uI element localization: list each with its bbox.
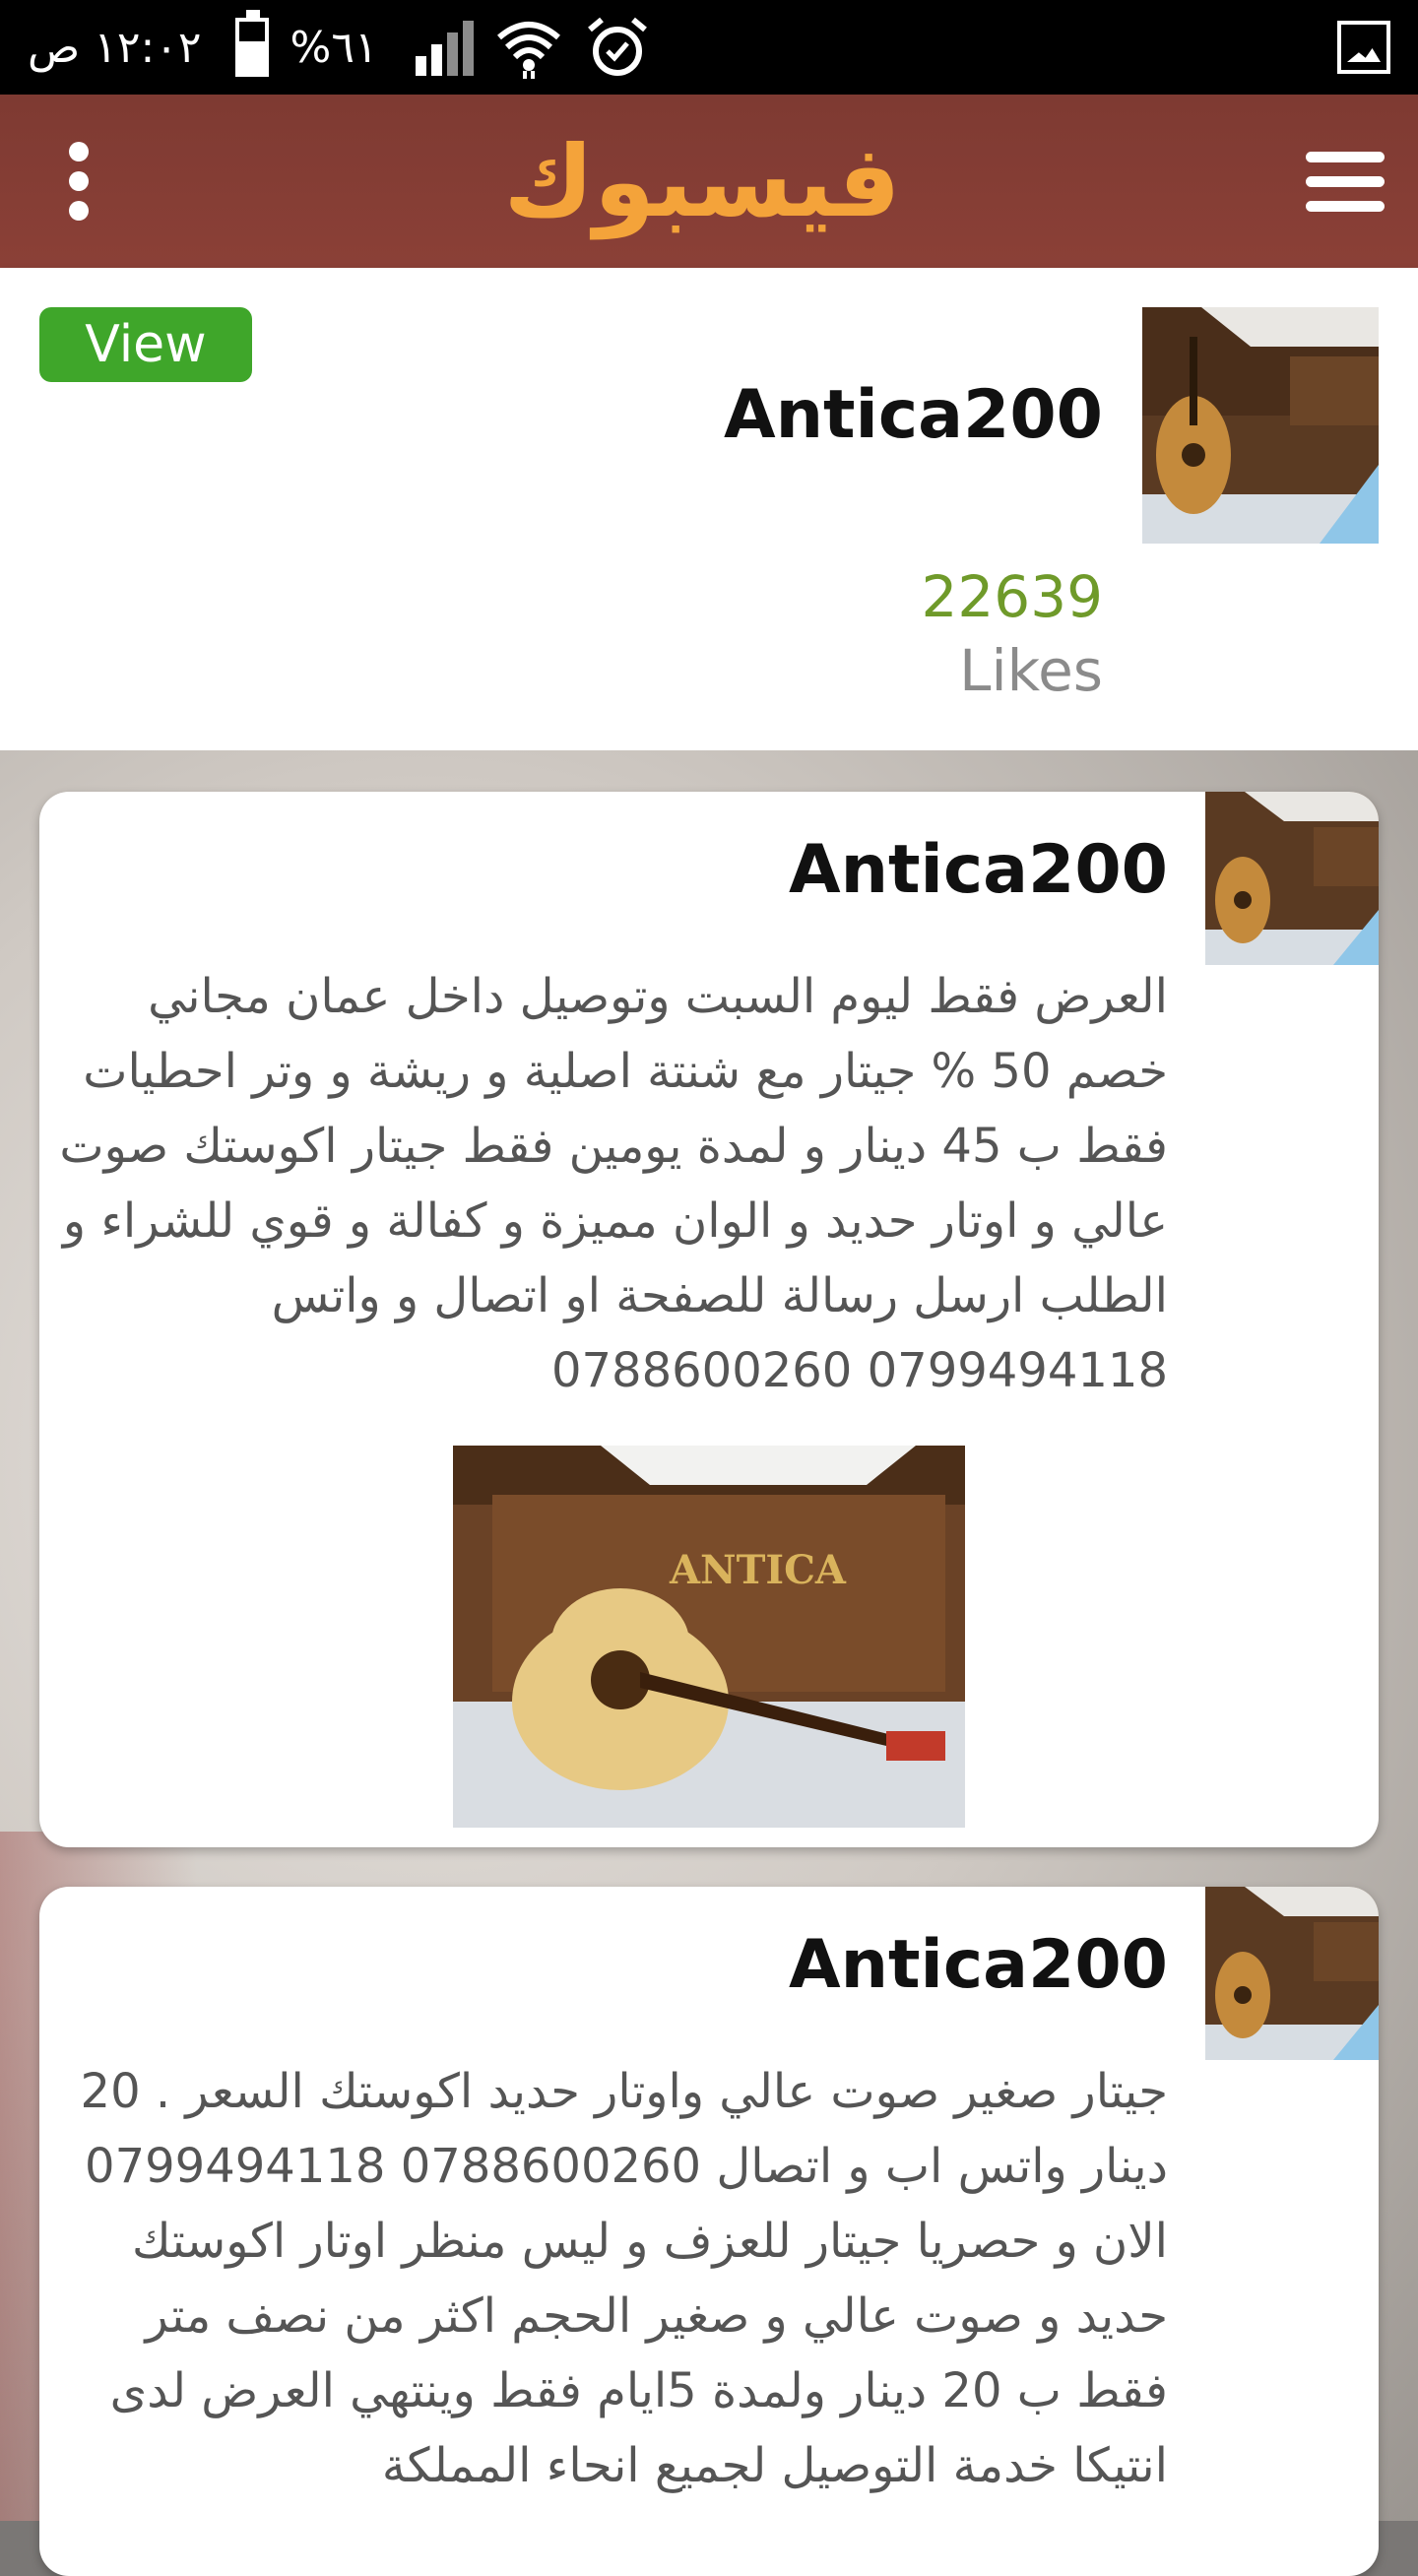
post-image[interactable]: ANTICA [453,1446,965,1828]
page-header: View Antica200 22639 Likes [0,268,1418,750]
post-author-name: Antica200 [789,831,1168,909]
status-bar: ١٢:٠٢ ص %٦١ [0,0,1418,95]
view-button[interactable]: View [39,307,252,382]
likes-label: Likes [959,637,1103,704]
post-text: جيتار صغير صوت عالي واوتار حديد اكوستك ا… [80,2064,1168,2493]
post-author-avatar[interactable] [1205,792,1379,965]
page-thumbnail[interactable] [1142,307,1379,544]
status-time: ١٢:٠٢ ص [28,22,202,73]
gallery-notification-icon [1337,21,1390,74]
battery-percent: %٦١ [290,22,378,73]
post-card: Antica200 جيتار صغير صوت عالي واوتار حدي… [39,1887,1379,2576]
post-card: Antica200 العرض فقط ليوم السبت وتوصيل دا… [39,792,1379,1847]
svg-text:ANTICA: ANTICA [669,1547,847,1593]
page-name: Antica200 [724,376,1103,454]
signal-icon [415,19,474,76]
wifi-icon [496,22,560,79]
app-bar: فيسبوك [0,95,1418,268]
likes-count: 22639 [921,563,1103,630]
post-author-avatar[interactable] [1205,1887,1379,2060]
hamburger-menu-icon[interactable] [1305,151,1385,212]
overflow-menu-icon[interactable] [59,142,98,221]
status-left: ١٢:٠٢ ص %٦١ [28,10,651,81]
post-author-name: Antica200 [789,1926,1168,2004]
battery-icon [234,10,269,77]
app-title: فيسبوك [503,123,901,239]
post-text: العرض فقط ليوم السبت وتوصيل داخل عمان مج… [59,969,1168,1398]
alarm-icon [587,17,647,76]
